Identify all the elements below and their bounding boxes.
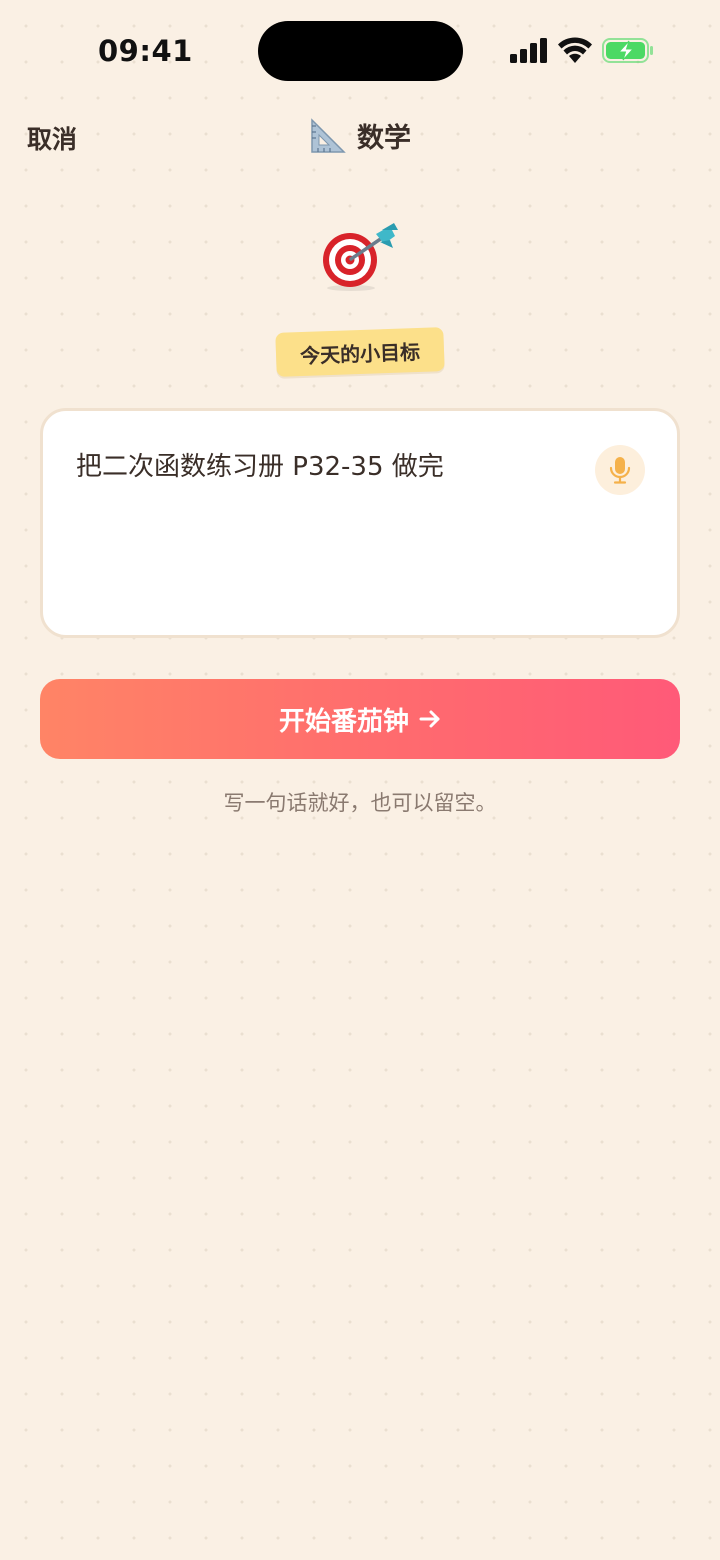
goal-input-card[interactable]: 把二次函数练习册 P32-35 做完	[40, 408, 680, 638]
triangular-ruler-icon	[311, 117, 346, 153]
voice-input-button[interactable]	[595, 445, 645, 495]
page-title: 数学	[0, 116, 720, 155]
microphone-icon	[609, 457, 631, 484]
wifi-icon	[558, 37, 592, 63]
arrow-right-icon	[419, 710, 440, 728]
battery-charging-icon	[602, 38, 653, 63]
cellular-signal-icon	[510, 38, 547, 63]
status-bar: 09:41	[0, 0, 720, 100]
direct-hit-target-icon	[323, 223, 398, 291]
dynamic-island	[258, 21, 463, 81]
goal-badge: 今天的小目标	[275, 327, 445, 377]
start-pomodoro-button[interactable]: 开始番茄钟	[40, 679, 680, 759]
page-title-text: 数学	[357, 123, 411, 154]
goal-text-input[interactable]: 把二次函数练习册 P32-35 做完	[76, 449, 576, 485]
hint-text: 写一句话就好，也可以留空。	[223, 791, 497, 815]
start-button-label: 开始番茄钟	[278, 706, 409, 737]
status-time: 09:41	[98, 34, 193, 68]
